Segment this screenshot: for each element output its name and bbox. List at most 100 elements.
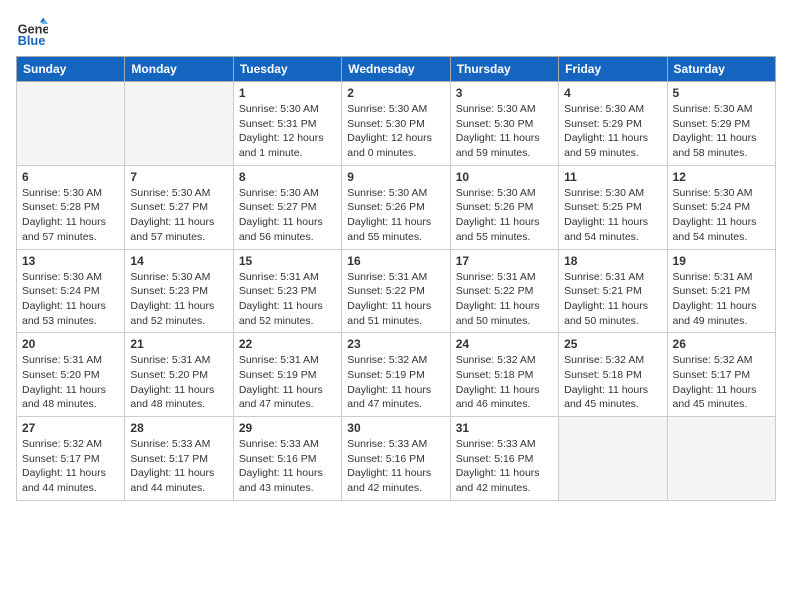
calendar-cell (559, 417, 667, 501)
calendar-cell: 12 Sunrise: 5:30 AMSunset: 5:24 PMDayligh… (667, 165, 775, 249)
weekday-header-saturday: Saturday (667, 57, 775, 82)
calendar-cell: 27 Sunrise: 5:32 AMSunset: 5:17 PMDayligh… (17, 417, 125, 501)
weekday-header-row: SundayMondayTuesdayWednesdayThursdayFrid… (17, 57, 776, 82)
day-number: 23 (347, 337, 444, 351)
calendar-cell: 25 Sunrise: 5:32 AMSunset: 5:18 PMDayligh… (559, 333, 667, 417)
weekday-header-thursday: Thursday (450, 57, 558, 82)
day-info: Sunrise: 5:31 AMSunset: 5:23 PMDaylight:… (239, 270, 336, 329)
day-number: 3 (456, 86, 553, 100)
calendar-cell: 29 Sunrise: 5:33 AMSunset: 5:16 PMDayligh… (233, 417, 341, 501)
day-number: 7 (130, 170, 227, 184)
calendar-cell: 23 Sunrise: 5:32 AMSunset: 5:19 PMDayligh… (342, 333, 450, 417)
day-number: 28 (130, 421, 227, 435)
day-info: Sunrise: 5:30 AMSunset: 5:29 PMDaylight:… (564, 102, 661, 161)
calendar-cell: 11Sunrise: 5:30 AMSunset: 5:25 PMDayligh… (559, 165, 667, 249)
day-number: 19 (673, 254, 770, 268)
calendar-cell (17, 82, 125, 166)
logo-icon: General Blue (16, 16, 48, 48)
day-info: Sunrise: 5:30 AMSunset: 5:30 PMDaylight:… (347, 102, 444, 161)
day-info: Sunrise: 5:31 AMSunset: 5:19 PMDaylight:… (239, 353, 336, 412)
day-info: Sunrise: 5:31 AMSunset: 5:20 PMDaylight:… (22, 353, 119, 412)
calendar-cell: 4Sunrise: 5:30 AMSunset: 5:29 PMDaylight… (559, 82, 667, 166)
calendar-cell: 3 Sunrise: 5:30 AMSunset: 5:30 PMDaylight… (450, 82, 558, 166)
day-number: 2 (347, 86, 444, 100)
calendar-cell: 15 Sunrise: 5:31 AMSunset: 5:23 PMDayligh… (233, 249, 341, 333)
calendar-cell: 6 Sunrise: 5:30 AMSunset: 5:28 PMDaylight… (17, 165, 125, 249)
weekday-header-friday: Friday (559, 57, 667, 82)
day-number: 6 (22, 170, 119, 184)
day-number: 18 (564, 254, 661, 268)
day-info: Sunrise: 5:32 AMSunset: 5:18 PMDaylight:… (564, 353, 661, 412)
day-info: Sunrise: 5:32 AMSunset: 5:17 PMDaylight:… (22, 437, 119, 496)
calendar-cell: 2 Sunrise: 5:30 AMSunset: 5:30 PMDaylight… (342, 82, 450, 166)
calendar-cell: 16Sunrise: 5:31 AMSunset: 5:22 PMDayligh… (342, 249, 450, 333)
day-number: 11 (564, 170, 661, 184)
day-info: Sunrise: 5:30 AMSunset: 5:27 PMDaylight:… (239, 186, 336, 245)
day-info: Sunrise: 5:30 AMSunset: 5:29 PMDaylight:… (673, 102, 770, 161)
day-info: Sunrise: 5:32 AMSunset: 5:17 PMDaylight:… (673, 353, 770, 412)
calendar-cell: 8 Sunrise: 5:30 AMSunset: 5:27 PMDaylight… (233, 165, 341, 249)
calendar-cell: 22Sunrise: 5:31 AMSunset: 5:19 PMDayligh… (233, 333, 341, 417)
day-number: 30 (347, 421, 444, 435)
calendar-week-row: 6 Sunrise: 5:30 AMSunset: 5:28 PMDaylight… (17, 165, 776, 249)
calendar-cell: 28 Sunrise: 5:33 AMSunset: 5:17 PMDayligh… (125, 417, 233, 501)
day-info: Sunrise: 5:33 AMSunset: 5:17 PMDaylight:… (130, 437, 227, 496)
day-number: 29 (239, 421, 336, 435)
weekday-header-tuesday: Tuesday (233, 57, 341, 82)
day-info: Sunrise: 5:30 AMSunset: 5:30 PMDaylight:… (456, 102, 553, 161)
calendar-cell (667, 417, 775, 501)
calendar-cell: 13 Sunrise: 5:30 AMSunset: 5:24 PMDayligh… (17, 249, 125, 333)
day-info: Sunrise: 5:32 AMSunset: 5:18 PMDaylight:… (456, 353, 553, 412)
day-number: 26 (673, 337, 770, 351)
weekday-header-monday: Monday (125, 57, 233, 82)
day-number: 16 (347, 254, 444, 268)
calendar-cell: 19 Sunrise: 5:31 AMSunset: 5:21 PMDayligh… (667, 249, 775, 333)
day-info: Sunrise: 5:31 AMSunset: 5:20 PMDaylight:… (130, 353, 227, 412)
day-number: 14 (130, 254, 227, 268)
calendar-cell: 7Sunrise: 5:30 AMSunset: 5:27 PMDaylight… (125, 165, 233, 249)
svg-text:Blue: Blue (18, 33, 46, 48)
day-info: Sunrise: 5:30 AMSunset: 5:26 PMDaylight:… (456, 186, 553, 245)
day-info: Sunrise: 5:33 AMSunset: 5:16 PMDaylight:… (347, 437, 444, 496)
calendar-table: SundayMondayTuesdayWednesdayThursdayFrid… (16, 56, 776, 501)
day-info: Sunrise: 5:30 AMSunset: 5:24 PMDaylight:… (22, 270, 119, 329)
calendar-cell: 20Sunrise: 5:31 AMSunset: 5:20 PMDayligh… (17, 333, 125, 417)
logo: General Blue (16, 16, 52, 48)
calendar-cell: 9Sunrise: 5:30 AMSunset: 5:26 PMDaylight… (342, 165, 450, 249)
calendar-week-row: 27 Sunrise: 5:32 AMSunset: 5:17 PMDayligh… (17, 417, 776, 501)
calendar-cell: 18 Sunrise: 5:31 AMSunset: 5:21 PMDayligh… (559, 249, 667, 333)
day-number: 15 (239, 254, 336, 268)
calendar-cell: 1Sunrise: 5:30 AMSunset: 5:31 PMDaylight… (233, 82, 341, 166)
calendar-cell: 24Sunrise: 5:32 AMSunset: 5:18 PMDayligh… (450, 333, 558, 417)
day-info: Sunrise: 5:32 AMSunset: 5:19 PMDaylight:… (347, 353, 444, 412)
day-info: Sunrise: 5:31 AMSunset: 5:21 PMDaylight:… (673, 270, 770, 329)
calendar-week-row: 20Sunrise: 5:31 AMSunset: 5:20 PMDayligh… (17, 333, 776, 417)
day-number: 12 (673, 170, 770, 184)
day-info: Sunrise: 5:31 AMSunset: 5:21 PMDaylight:… (564, 270, 661, 329)
day-info: Sunrise: 5:30 AMSunset: 5:24 PMDaylight:… (673, 186, 770, 245)
day-number: 1 (239, 86, 336, 100)
calendar-cell: 21 Sunrise: 5:31 AMSunset: 5:20 PMDayligh… (125, 333, 233, 417)
calendar-cell: 5 Sunrise: 5:30 AMSunset: 5:29 PMDaylight… (667, 82, 775, 166)
page-header: General Blue (16, 16, 776, 48)
weekday-header-sunday: Sunday (17, 57, 125, 82)
day-number: 10 (456, 170, 553, 184)
day-number: 13 (22, 254, 119, 268)
day-number: 27 (22, 421, 119, 435)
day-number: 25 (564, 337, 661, 351)
calendar-cell: 10 Sunrise: 5:30 AMSunset: 5:26 PMDayligh… (450, 165, 558, 249)
calendar-week-row: 13 Sunrise: 5:30 AMSunset: 5:24 PMDayligh… (17, 249, 776, 333)
day-number: 21 (130, 337, 227, 351)
day-info: Sunrise: 5:31 AMSunset: 5:22 PMDaylight:… (456, 270, 553, 329)
day-info: Sunrise: 5:30 AMSunset: 5:28 PMDaylight:… (22, 186, 119, 245)
day-number: 8 (239, 170, 336, 184)
day-number: 31 (456, 421, 553, 435)
day-info: Sunrise: 5:30 AMSunset: 5:23 PMDaylight:… (130, 270, 227, 329)
day-number: 5 (673, 86, 770, 100)
day-info: Sunrise: 5:33 AMSunset: 5:16 PMDaylight:… (456, 437, 553, 496)
day-info: Sunrise: 5:30 AMSunset: 5:26 PMDaylight:… (347, 186, 444, 245)
calendar-cell: 26 Sunrise: 5:32 AMSunset: 5:17 PMDayligh… (667, 333, 775, 417)
day-info: Sunrise: 5:33 AMSunset: 5:16 PMDaylight:… (239, 437, 336, 496)
calendar-cell: 31 Sunrise: 5:33 AMSunset: 5:16 PMDayligh… (450, 417, 558, 501)
calendar-cell: 30 Sunrise: 5:33 AMSunset: 5:16 PMDayligh… (342, 417, 450, 501)
